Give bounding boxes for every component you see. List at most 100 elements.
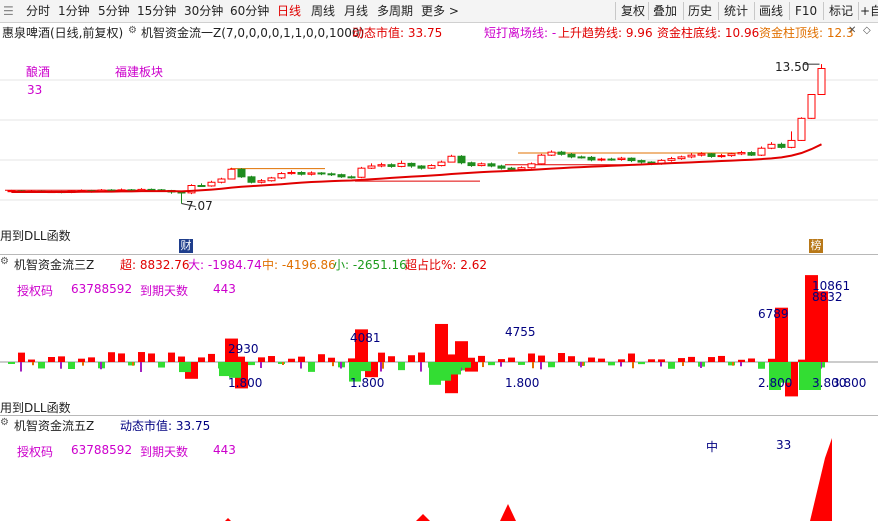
ma-trend-line <box>11 143 822 193</box>
close-icon[interactable]: ✕ <box>848 25 856 36</box>
minor-flow-bar <box>78 358 85 362</box>
tab-more[interactable]: 更多 > <box>421 3 459 19</box>
candle-up <box>767 143 776 149</box>
candle-up <box>537 154 546 165</box>
minor-flow-bar <box>618 359 625 362</box>
fuquan-button[interactable]: 复权 <box>621 3 645 19</box>
finance-badge[interactable]: 财 <box>179 239 193 253</box>
minor-flow-bar <box>748 358 755 362</box>
candle-down <box>627 157 636 162</box>
minor-flow-bar <box>708 357 715 362</box>
minor-flow-bar <box>48 357 55 362</box>
tab-15min[interactable]: 15分钟 <box>137 3 176 19</box>
minor-flow-bar <box>718 355 725 362</box>
candle-down <box>587 156 596 161</box>
tab-daily[interactable]: 日线 <box>277 3 301 19</box>
candle-up <box>367 165 376 169</box>
minor-flow-bar <box>258 357 265 362</box>
candle-up <box>547 151 556 156</box>
candle-up <box>817 68 826 95</box>
fund-bar-up <box>455 341 468 362</box>
minor-flow-bar <box>608 362 615 366</box>
candle-up <box>517 167 526 170</box>
uptrend-line-label: 上升趋势线: 9.96 <box>558 26 653 40</box>
mid-flow-tick <box>532 362 534 369</box>
flow-value-label: 6789 <box>758 307 789 321</box>
large-flow-tick <box>420 362 422 372</box>
large-flow-tick <box>500 362 502 367</box>
candle-down <box>487 163 496 167</box>
high-price-label: 13.50 <box>775 60 810 74</box>
large-flow-tick <box>540 362 542 370</box>
minor-flow-bar <box>628 353 635 362</box>
overlay-button[interactable]: 叠加 <box>653 3 677 19</box>
f10-button[interactable]: F10 <box>795 3 817 19</box>
tab-30min[interactable]: 30分钟 <box>184 3 223 19</box>
panel-divider <box>0 254 878 255</box>
minor-flow-bar <box>198 357 205 362</box>
candle-up <box>727 153 736 157</box>
draw-line-button[interactable]: 画线 <box>759 3 783 19</box>
candle-down <box>507 167 516 170</box>
short-exit-line-label: 短打离场线: - <box>484 26 557 40</box>
settings-gear-icon[interactable]: ⚙ <box>128 25 137 36</box>
candle-down <box>457 155 466 164</box>
toolbar-divider <box>683 2 684 20</box>
tab-1min[interactable]: 1分钟 <box>58 3 90 19</box>
candle-down <box>467 162 476 167</box>
large-flow-tick <box>340 362 342 369</box>
diamond-icon[interactable]: ◇ <box>863 25 871 36</box>
candle-down <box>247 176 256 183</box>
candle-down <box>327 173 336 176</box>
mid-flow-tick <box>482 362 484 368</box>
minor-flow-bar <box>598 358 605 362</box>
mid-flow-tick <box>82 362 84 366</box>
minor-flow-bar <box>448 354 455 362</box>
menu-icon[interactable]: ☰ <box>3 3 14 19</box>
candle-up <box>217 178 226 183</box>
large-flow-tick <box>580 362 582 368</box>
panel2-gear-icon[interactable]: ⚙ <box>0 256 9 267</box>
minor-flow-bar <box>28 359 35 362</box>
candle-down <box>297 172 306 175</box>
flow-value-label: 4755 <box>505 325 536 339</box>
flow-value-label: 8832 <box>812 290 843 304</box>
history-button[interactable]: 历史 <box>688 3 712 19</box>
flow-value-label: 3.800 <box>832 376 866 390</box>
minor-flow-bar <box>158 362 165 368</box>
tab-weekly[interactable]: 周线 <box>311 3 335 19</box>
stats-button[interactable]: 统计 <box>724 3 748 19</box>
minor-flow-bar <box>168 352 175 362</box>
minor-flow-bar <box>418 352 425 362</box>
minor-flow-bar <box>108 352 115 362</box>
rank-badge[interactable]: 榜 <box>809 239 823 253</box>
candle-up <box>667 158 676 161</box>
add-custom-button[interactable]: +自 <box>860 3 878 19</box>
candlestick-chart <box>0 63 878 207</box>
tab-fenshi[interactable]: 分时 <box>26 3 50 19</box>
tab-multi-period[interactable]: 多周期 <box>377 3 413 19</box>
candle-up <box>357 167 366 178</box>
fund-bar-up <box>435 323 448 362</box>
tab-60min[interactable]: 60分钟 <box>230 3 269 19</box>
candle-up <box>377 164 386 167</box>
minor-flow-bar <box>118 353 125 362</box>
large-flow-tick <box>700 362 702 368</box>
fund-flow-chart: 29301.80040811.80047551.80067892.8001086… <box>0 275 878 397</box>
mid-flow-tick <box>332 362 334 367</box>
mark-button[interactable]: 标记 <box>829 3 853 19</box>
tab-monthly[interactable]: 月线 <box>344 3 368 19</box>
minor-flow-bar <box>38 362 45 369</box>
candle-up <box>677 156 686 160</box>
tab-5min[interactable]: 5分钟 <box>98 3 130 19</box>
fund-top-line-label: 资金柱顶线: 12.3 <box>759 26 854 40</box>
large-flow-tick <box>660 362 662 367</box>
candle-up <box>697 153 706 156</box>
minor-flow-bar <box>498 359 505 362</box>
minor-flow-bar <box>208 353 215 362</box>
fund-bar-down <box>179 362 191 373</box>
flow-value-label: 2930 <box>228 342 259 356</box>
large-flow-tick <box>60 362 62 369</box>
indicator-title[interactable]: 机智资金流一Z(7,0,0,0,0,1,1,0,0,1000) <box>141 24 364 41</box>
large-flow-tick <box>260 362 262 368</box>
